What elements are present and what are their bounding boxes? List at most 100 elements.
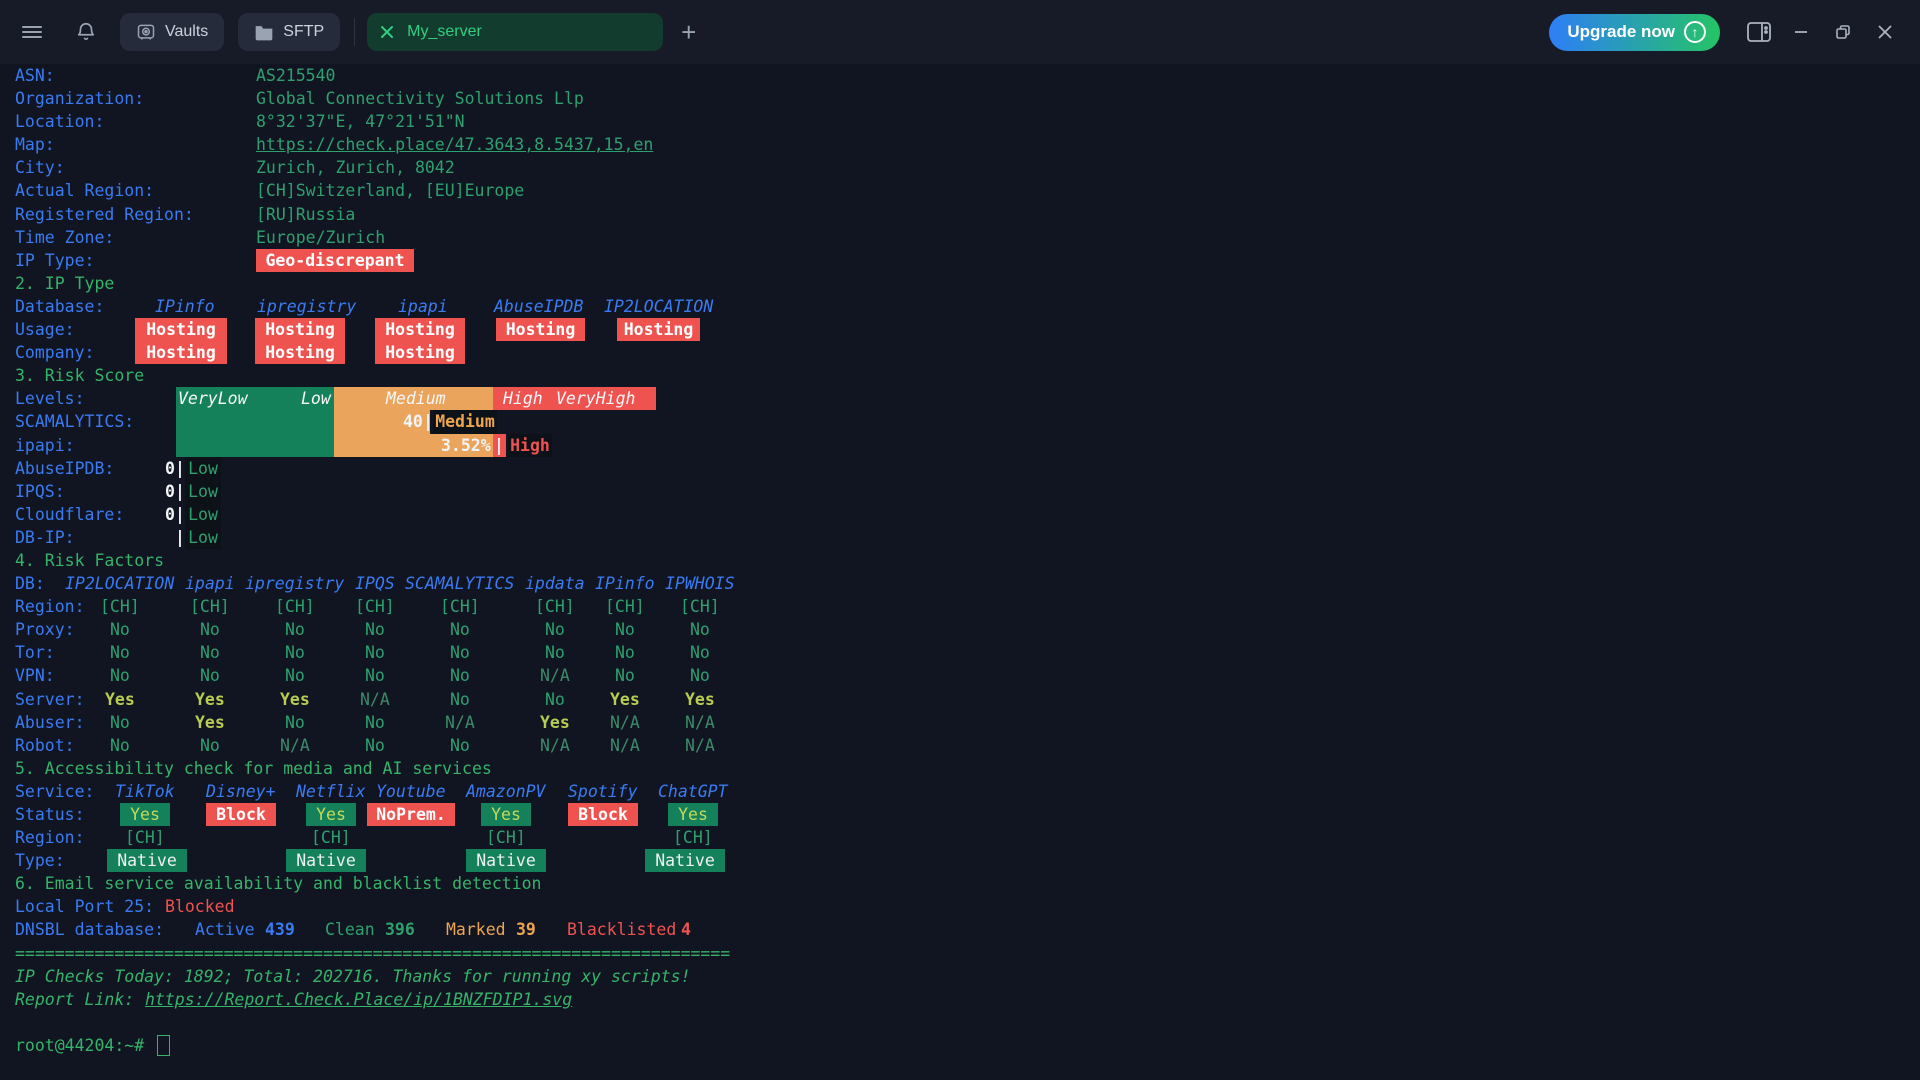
blue-text: Active [195,918,255,941]
terminal-line: Server:YesYesYesN/ANoNoYesYes [0,688,1920,711]
red-text: Blacklisted [567,918,676,941]
no: No [285,711,305,734]
toggle-panel-icon[interactable] [1742,15,1776,49]
na: N/A [445,711,475,734]
dbname: ipregistry [257,295,356,318]
close-tab-icon[interactable] [379,24,395,40]
label: Robot: [15,734,75,757]
no: No [110,618,130,641]
label: Database: [15,295,104,318]
terminal-line: Time Zone:Europe/Zurich [0,226,1920,249]
terminal-line: ASN:AS215540 [0,64,1920,87]
terminal-line: Actual Region: [CH]Switzerland, [EU]Europ… [0,179,1920,202]
terminal-line: Type:NativeNativeNativeNative [0,849,1920,872]
chip-dark-green: Low [185,503,221,526]
dbname: IP2LOCATION [604,295,713,318]
tab-divider [354,18,355,46]
sftp-button[interactable]: SFTP [238,13,340,51]
value: Clean [325,918,375,941]
label: Abuser: [15,711,85,734]
chip-green: Yes [481,803,531,826]
label: DNSBL database: [15,918,164,941]
terminal-line [0,1011,1920,1034]
dbname: ipapi [185,572,235,595]
shell-prompt: root@44204:~# [15,1034,144,1057]
restore-button[interactable] [1826,15,1860,49]
terminal-line: IPQS: 0|Low [0,480,1920,503]
label: Type: [15,849,65,872]
red-text: Blocked [165,895,235,918]
new-tab-button[interactable]: + [681,19,696,45]
no: No [110,641,130,664]
section-header: 3. Risk Score [15,364,144,387]
terminal-line: DNSBL database:Active439Clean396Marked39… [0,918,1920,941]
vault-icon [136,22,156,42]
no: No [200,618,220,641]
terminal-line: Service:TikTokDisney+NetflixYoutubeAmazo… [0,780,1920,803]
value: [CH] [125,826,165,849]
label: Tor: [15,641,55,664]
terminal-line: Abuser:NoYesNoNoN/AYesN/AN/A [0,711,1920,734]
na: N/A [685,711,715,734]
terminal-line: 6. Email service availability and blackl… [0,872,1920,895]
na: N/A [610,711,640,734]
menu-icon[interactable] [12,12,52,52]
chip-red: Hosting [135,318,227,341]
terminal-output[interactable]: ASN:AS215540Organization:Global Connecti… [0,64,1920,1080]
title-bar: Vaults SFTP My_server + Upgrade now ↑ [0,0,1920,64]
minimize-button[interactable] [1784,15,1818,49]
value: [CH] [440,595,480,618]
label: DB: [15,572,45,595]
terminal-line: DB-IP:|Low [0,526,1920,549]
no: No [365,618,385,641]
no: No [365,641,385,664]
label: DB-IP: [15,526,75,549]
terminal-line: Map: https://check.place/47.3643,8.5437,1… [0,133,1920,156]
close-window-button[interactable] [1868,15,1902,49]
pipe: | [423,410,433,433]
numw: 3.52% [441,434,491,457]
value: [CH] [605,595,645,618]
numw: 0 [165,480,175,503]
vaults-button[interactable]: Vaults [120,13,224,51]
pipe: | [175,526,185,549]
label: Status: [15,803,85,826]
terminal-line: Proxy:NoNoNoNoNoNoNoNo [0,618,1920,641]
no: No [450,734,470,757]
terminal-line: Company:HostingHostingHosting [0,341,1920,364]
value: [CH]Switzerland, [EU]Europe [256,179,524,202]
tab-my-server[interactable]: My_server [367,13,663,51]
map-link[interactable]: https://check.place/47.3643,8.5437,15,en [256,133,653,156]
label: Region: [15,595,85,618]
label: Map: [15,133,55,156]
blue-bold: 439 [265,918,295,941]
chip-red: Hosting [617,318,700,341]
label: Actual Region: [15,179,154,202]
upgrade-now-button[interactable]: Upgrade now ↑ [1549,14,1720,51]
chip-dark-green: Low [185,480,221,503]
section-header: 2. IP Type [15,272,114,295]
label: Server: [15,688,85,711]
bartext: Medium [386,387,446,410]
bartext: VeryHigh [556,387,635,410]
no: No [365,711,385,734]
value: [CH] [680,595,720,618]
numw: 40 [403,410,423,433]
no: No [200,734,220,757]
terminal-line: VPN:NoNoNoNoNoN/ANoNo [0,664,1920,687]
terminal-line: Local Port 25: Blocked [0,895,1920,918]
pipe: | [175,480,185,503]
label: Local Port 25: [15,895,154,918]
terminal-line: Status:YesBlockYesNoPrem.YesBlockYes [0,803,1920,826]
label: IPQS: [15,480,65,503]
terminal-line: Region:[CH][CH][CH][CH][CH][CH][CH][CH] [0,595,1920,618]
pipe: | [175,457,185,480]
yes: Yes [610,688,640,711]
report-link[interactable]: https://Report.Check.Place/ip/1BNZFDIP1.… [145,988,572,1011]
no: No [450,618,470,641]
notifications-bell-icon[interactable] [66,12,106,52]
chip-red: Hosting [255,318,345,341]
terminal-line: DB:IP2LOCATIONipapiipregistryIPQSSCAMALY… [0,572,1920,595]
label: VPN: [15,664,55,687]
label: Registered Region: [15,203,194,226]
